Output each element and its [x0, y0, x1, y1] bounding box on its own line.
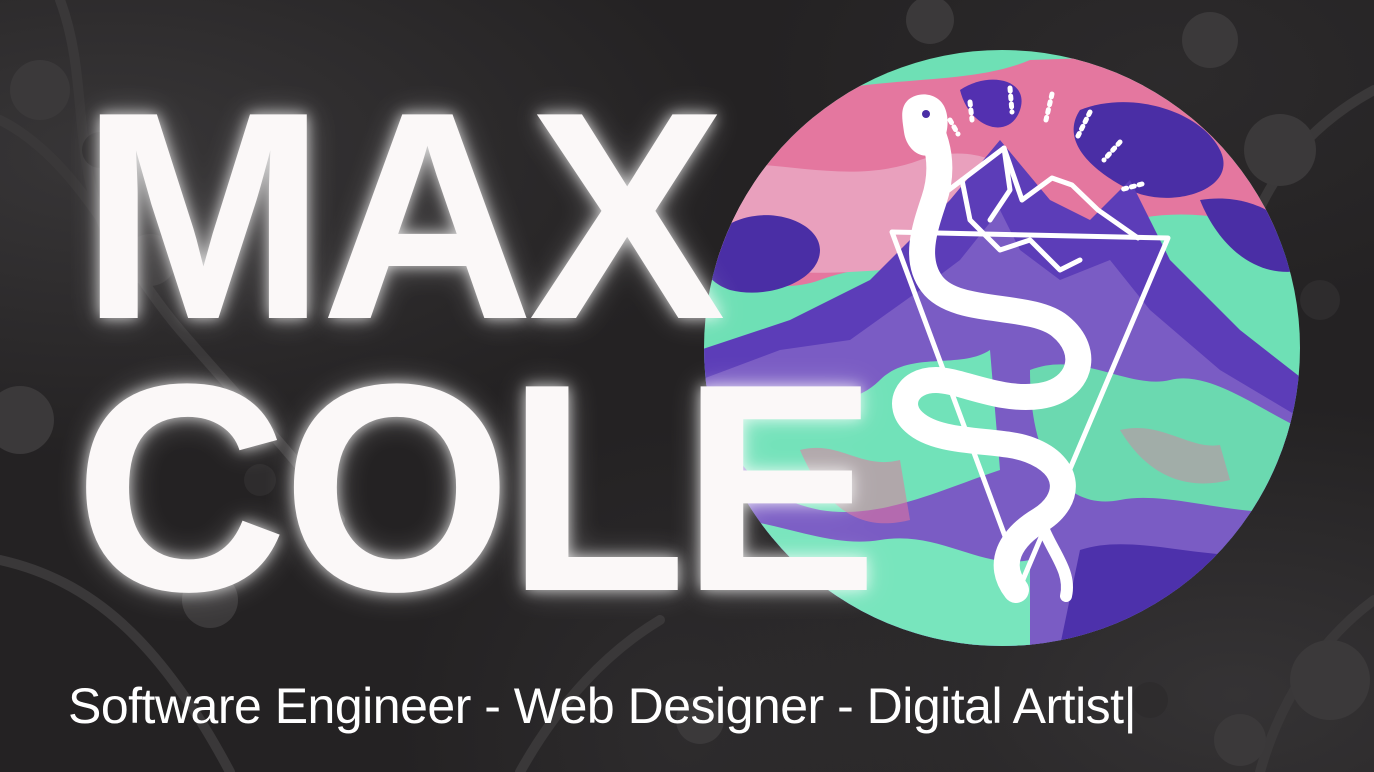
typing-cursor: | [1123, 678, 1137, 734]
landing-page: MAX COLE Software Engineer - Web Designe… [0, 0, 1374, 772]
last-name-heading: COLE [74, 322, 878, 653]
typewriter-tagline: Software Engineer - Web Designer - Digit… [68, 676, 1137, 736]
tagline-text: Software Engineer - Web Designer - Digit… [68, 678, 1124, 734]
first-name-heading: MAX [80, 50, 726, 381]
